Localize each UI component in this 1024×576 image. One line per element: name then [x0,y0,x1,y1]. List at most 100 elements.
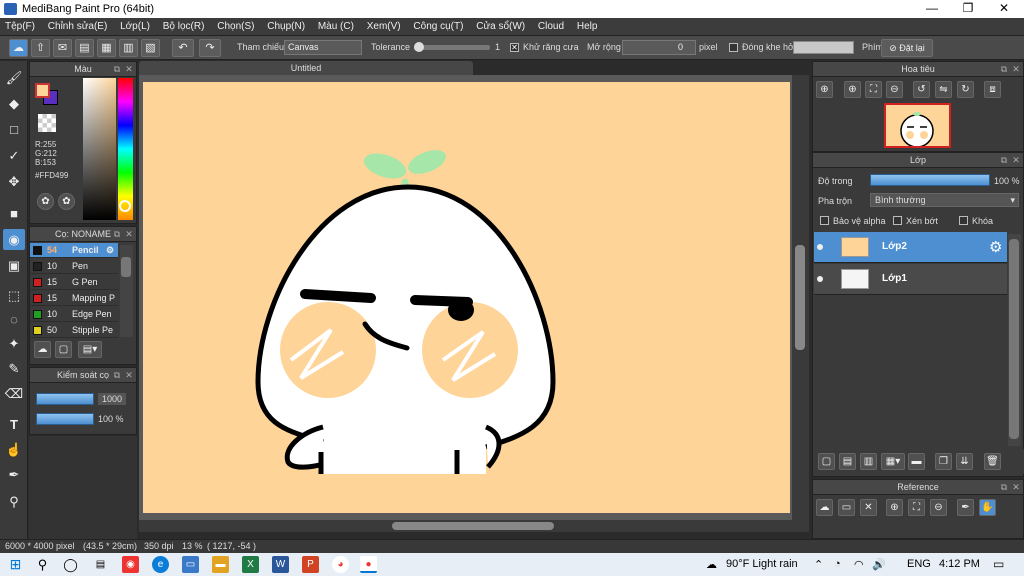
eyedropper-tool-icon[interactable]: ✒ [3,464,25,485]
duplicate-layer-icon[interactable]: ❐ [935,453,952,470]
protect-alpha-checkbox[interactable] [820,216,829,225]
eraser-tool-icon[interactable]: ◆ [3,93,25,114]
popout-icon[interactable]: ⧉ [112,64,122,74]
menu-file[interactable]: Tệp(F) [0,18,40,36]
layer-row[interactable]: Lớp1 [814,264,1007,295]
windows-start-icon[interactable]: ⊞ [7,556,24,573]
popout-icon[interactable]: ⧉ [112,370,122,380]
upload-icon[interactable]: ⇧ [31,39,50,57]
search-icon[interactable]: ⚲ [34,556,51,573]
mirror-icon[interactable]: ⧈ [984,81,1001,98]
eye-icon[interactable] [817,244,823,250]
weather-text[interactable]: 90°F Light rain [726,558,798,570]
brush-scrollbar[interactable] [120,245,133,337]
vertical-scroll-thumb[interactable] [795,245,805,350]
gear-icon[interactable]: ⚙ [106,243,114,258]
close-panel-icon[interactable]: ✕ [124,370,134,380]
brush-item[interactable]: 15 G Pen [30,275,118,290]
zoom-out-icon[interactable]: ⊖ [886,81,903,98]
brush-item[interactable]: 10 Pen [30,259,118,274]
brush-item[interactable]: 10 Edge Pen [30,307,118,322]
antialias-checkbox[interactable]: ✕ [510,43,519,52]
network-icon[interactable]: ◔ [834,558,841,570]
menu-select[interactable]: Chọn(S) [212,18,259,36]
add-layer-menu-icon[interactable]: ▦▾ [881,453,905,470]
brush-cloud-icon[interactable]: ☁ [34,341,51,358]
close-panel-icon[interactable]: ✕ [124,229,134,239]
undo-icon[interactable]: ↶ [172,39,194,57]
saturation-value-picker[interactable] [83,78,116,220]
brush-size-slider[interactable] [36,393,94,405]
reference-fit-icon[interactable]: ⛶ [908,499,925,516]
menu-color[interactable]: Màu (C) [313,18,359,36]
select-eraser-icon[interactable]: ⌫ [3,383,25,404]
scroll-thumb[interactable] [121,257,131,277]
document-icon[interactable]: ▦ [97,39,116,57]
volume-icon[interactable]: 🔊 [872,558,886,571]
drawing-canvas[interactable] [143,82,790,513]
canvas-tab[interactable]: Untitled [139,61,473,75]
hue-knob[interactable] [119,200,131,212]
merge-layer-icon[interactable]: ⇊ [956,453,973,470]
close-panel-icon[interactable]: ✕ [1011,482,1021,492]
move-tool-icon[interactable]: ✥ [3,171,25,192]
chevron-up-icon[interactable]: ⌃ [814,558,823,571]
layer-scrollbar[interactable] [1008,234,1021,446]
menu-cloud[interactable]: Cloud [533,18,569,36]
menu-help[interactable]: Help [572,18,603,36]
redo-icon[interactable]: ↷ [199,39,221,57]
maximize-button[interactable]: ❐ [950,0,986,18]
folder-taskbar-icon[interactable]: ▬ [212,556,229,573]
trash-icon[interactable]: 🗑 [984,453,1001,470]
opacity-slider[interactable] [870,174,990,186]
palette-icon[interactable]: ✿ [37,193,54,210]
tolerance-slider[interactable] [413,42,490,52]
horizontal-scrollbar[interactable] [139,520,809,532]
popout-icon[interactable]: ⧉ [999,482,1009,492]
gradient-tool-icon[interactable]: ▣ [3,255,25,276]
blend-select[interactable]: Bình thường ▾ [870,193,1019,207]
pipette-icon[interactable]: ⚲ [3,491,25,512]
close-panel-icon[interactable]: ✕ [1011,155,1021,165]
rotate-right-icon[interactable]: ↻ [957,81,974,98]
menu-snap[interactable]: Chụp(N) [262,18,310,36]
brush-item[interactable]: 54 Pencil ⚙ [30,243,118,258]
tolerance-knob[interactable] [413,42,424,52]
hue-slider[interactable] [118,78,133,220]
gap-close-slider[interactable] [793,41,854,54]
select-pen-icon[interactable]: ✎ [3,358,25,379]
menu-view[interactable]: Xem(V) [362,18,406,36]
fill-rect-tool-icon[interactable]: ■ [3,203,25,224]
lock-checkbox[interactable] [959,216,968,225]
popout-icon[interactable]: ⧉ [999,64,1009,74]
menu-window[interactable]: Cửa sổ(W) [471,18,530,36]
comment-icon[interactable]: ✉ [53,39,72,57]
chrome-icon[interactable]: ◕ [332,556,349,573]
new-brush-icon[interactable]: ▢ [55,341,72,358]
folder-icon[interactable]: ▬ [908,453,925,470]
reference-eyedropper-icon[interactable]: ✒ [957,499,974,516]
minimize-button[interactable]: — [914,0,950,18]
brush-opacity-slider[interactable] [36,413,94,425]
layout-icon[interactable]: ▧ [141,39,160,57]
vertical-scrollbar[interactable] [792,75,809,520]
panel-icon[interactable]: ▤ [75,39,94,57]
clock[interactable]: 4:12 PM [939,558,980,570]
fit-window-icon[interactable]: ⛶ [865,81,882,98]
new-halftone-layer-icon[interactable]: ▤ [839,453,856,470]
select-tool-icon[interactable]: ⬚ [3,285,25,306]
color-history-icon[interactable]: ✿ [58,193,75,210]
gear-icon[interactable]: ⚙ [989,238,1002,256]
magic-wand-icon[interactable]: ✦ [3,333,25,354]
hand-icon[interactable]: ✋ [979,499,996,516]
close-button[interactable]: ✕ [986,0,1022,18]
task-view-icon[interactable]: ◯ [62,556,79,573]
text-tool-icon[interactable]: T [3,414,25,435]
zoom-fit-icon[interactable]: ⊕ [816,81,833,98]
open-folder-icon[interactable]: ▭ [838,499,855,516]
bucket-tool-icon[interactable]: ◉ [3,229,25,250]
navigator-thumbnail[interactable] [884,103,951,148]
new-layer-icon[interactable]: ▢ [818,453,835,470]
close-panel-icon[interactable]: ✕ [124,64,134,74]
gap-close-checkbox[interactable] [729,43,738,52]
